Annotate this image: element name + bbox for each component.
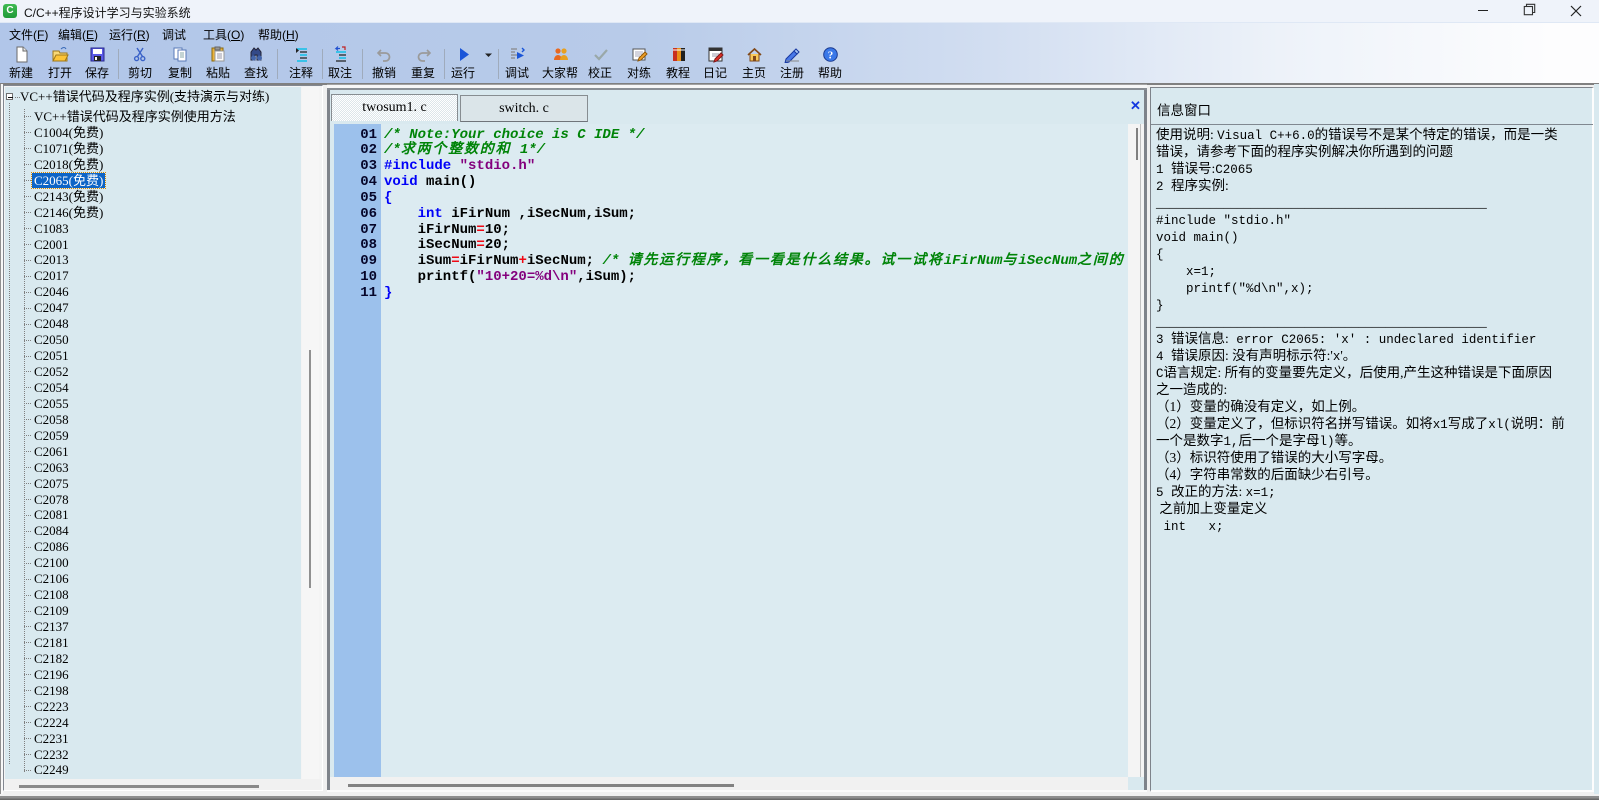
svg-text:?: ?	[827, 50, 833, 62]
